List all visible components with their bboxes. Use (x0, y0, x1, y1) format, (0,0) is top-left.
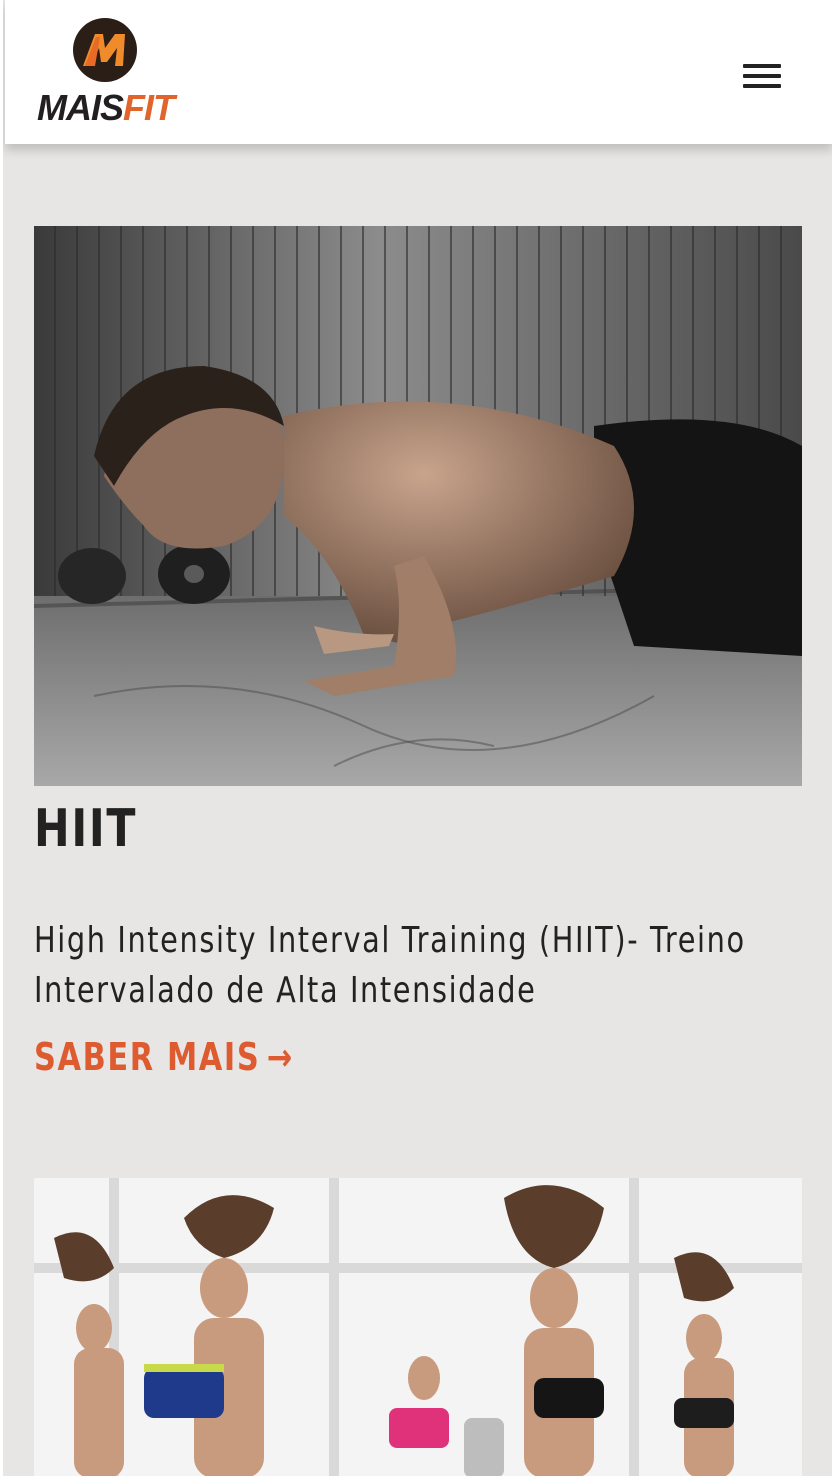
logo-mark-icon (73, 18, 137, 82)
maisfit-logo[interactable]: MAISFIT (35, 18, 185, 128)
logo-text-mais: MAIS (37, 87, 124, 128)
saber-mais-label: SABER MAIS (34, 1035, 261, 1079)
arrow-right-icon: → (266, 1035, 294, 1079)
menu-bar (743, 84, 781, 88)
card-description: High Intensity Interval Training (HIIT)-… (34, 920, 746, 1011)
hamburger-menu-icon[interactable] (739, 58, 783, 94)
saber-mais-link[interactable]: SABER MAIS → (34, 1034, 294, 1080)
dance-card-image[interactable] (34, 1178, 802, 1476)
card-title: HIIT (34, 799, 138, 859)
pushup-photo (34, 226, 802, 786)
menu-bar (743, 74, 781, 78)
hiit-card-image[interactable] (34, 226, 802, 786)
page: MAISFIT HIIT High Intensity Interval Tra… (0, 0, 834, 1476)
dance-class-photo (34, 1178, 802, 1476)
logo-wordmark: MAISFIT (37, 87, 175, 128)
menu-bar (743, 64, 781, 68)
site-header: MAISFIT (5, 0, 832, 144)
logo-text-fit: FIT (123, 87, 175, 128)
